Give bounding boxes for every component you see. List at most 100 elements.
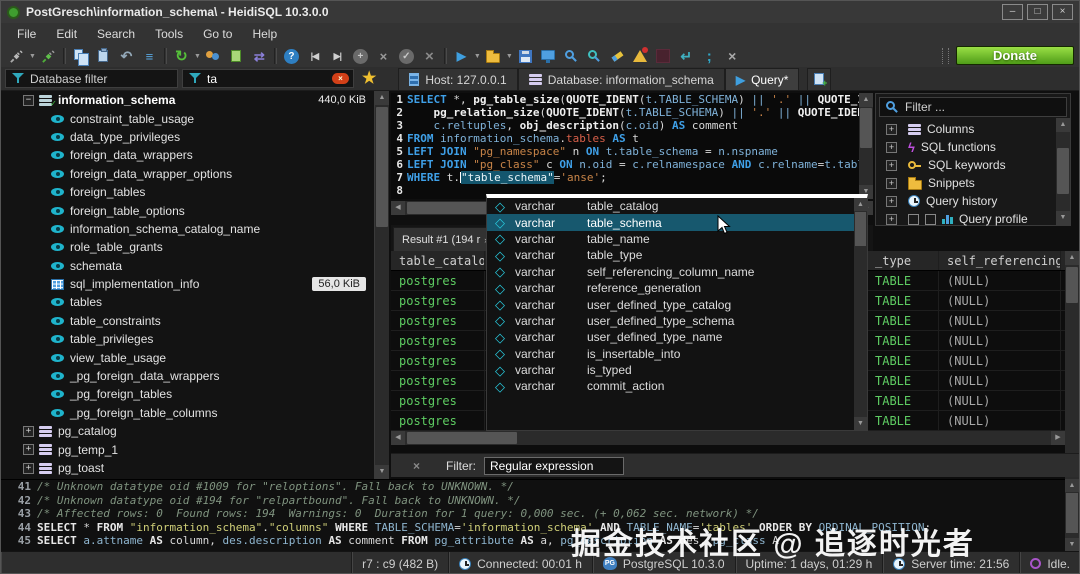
favorites-star-icon[interactable]: ★: [362, 71, 376, 87]
expander-plus-icon[interactable]: +: [886, 178, 897, 189]
menu-item-edit[interactable]: Edit: [46, 23, 87, 45]
new-query-tab-button[interactable]: +: [807, 68, 831, 90]
menu-item-tools[interactable]: Tools: [145, 23, 193, 45]
menu-item-search[interactable]: Search: [87, 23, 145, 45]
log-scrollbar[interactable]: ▲ ▼: [1065, 479, 1079, 551]
tree-item[interactable]: _pg_foreign_tables: [1, 385, 374, 403]
autocomplete-item[interactable]: ◇varcharis_typed: [487, 362, 867, 378]
save-sql-button[interactable]: [514, 46, 537, 66]
tree-item[interactable]: +pg_toast: [1, 459, 374, 477]
bind-parameters-button[interactable]: [652, 46, 675, 66]
close-query-tab-button[interactable]: ×: [721, 46, 744, 66]
tree-item[interactable]: _pg_foreign_data_wrappers: [1, 367, 374, 385]
donate-button[interactable]: Donate: [956, 46, 1074, 65]
post-changes-button[interactable]: ✓: [395, 46, 418, 66]
grid-hscrollbar[interactable]: ◀▶: [391, 431, 1065, 445]
insert-row-button[interactable]: +: [349, 46, 372, 66]
tree-item[interactable]: foreign_data_wrapper_options: [1, 165, 374, 183]
expander-plus-icon[interactable]: +: [23, 444, 34, 455]
tree-item[interactable]: constraint_table_usage: [1, 109, 374, 127]
sql-editor[interactable]: 1SELECT *, pg_table_size(QUOTE_IDENT(t.T…: [391, 93, 873, 199]
result-tab[interactable]: Result #1 (194 r ›: [393, 227, 496, 251]
tab-query-[interactable]: ▶Query*: [725, 68, 800, 90]
tree-item[interactable]: +pg_temp_1: [1, 440, 374, 458]
autocomplete-item[interactable]: ◇varchartable_catalog: [487, 198, 867, 214]
maximize-button[interactable]: □: [1027, 4, 1048, 20]
column-header[interactable]: table_catalog: [391, 251, 485, 270]
autocomplete-item[interactable]: ◇varcharreference_generation: [487, 280, 867, 296]
helper-item-sql-keywords[interactable]: +SQL keywords: [876, 156, 1070, 174]
clear-filter-icon[interactable]: ×: [413, 459, 420, 473]
tree-item[interactable]: sql_implementation_info56,0 KiB: [1, 275, 374, 293]
menu-item-help[interactable]: Help: [242, 23, 287, 45]
copy-button[interactable]: [69, 46, 92, 66]
dropdown-arrow-icon[interactable]: ▼: [194, 53, 201, 60]
expander-minus-icon[interactable]: −: [23, 95, 34, 106]
tree-item[interactable]: tables: [1, 293, 374, 311]
refresh-button[interactable]: ↻: [170, 46, 193, 66]
stop-on-errors-button[interactable]: [629, 46, 652, 66]
bulk-table-editor-button[interactable]: ⇄: [248, 46, 271, 66]
autocomplete-item[interactable]: ◇varcharuser_defined_type_name: [487, 329, 867, 345]
autocomplete-item[interactable]: ◇varchartable_schema: [487, 214, 867, 230]
execute-sql-button[interactable]: ▶: [450, 46, 473, 66]
column-header[interactable]: _type: [867, 251, 939, 270]
dropdown-arrow-icon[interactable]: ▼: [29, 53, 36, 60]
tree-item[interactable]: role_table_grants: [1, 238, 374, 256]
column-header[interactable]: self_referencing_col: [939, 251, 1061, 270]
autocomplete-item[interactable]: ◇varcharcommit_action: [487, 378, 867, 394]
discard-changes-button[interactable]: ×: [418, 46, 441, 66]
regex-filter-input[interactable]: Regular expression: [484, 457, 624, 475]
export-database-button[interactable]: [225, 46, 248, 66]
first-row-button[interactable]: |◀: [303, 46, 326, 66]
connect-button[interactable]: [5, 46, 28, 66]
autocomplete-item[interactable]: ◇varcharis_insertable_into: [487, 346, 867, 362]
dropdown-arrow-icon[interactable]: ▼: [474, 53, 481, 60]
tree-item[interactable]: −information_schema440,0 KiB: [1, 91, 374, 109]
helper-item-sql-functions[interactable]: +ϟSQL functions: [876, 138, 1070, 156]
toolbar-grip[interactable]: [942, 48, 949, 64]
find-text-button[interactable]: [560, 46, 583, 66]
disconnect-button[interactable]: [37, 46, 60, 66]
autocomplete-item[interactable]: ◇varcharself_referencing_column_name: [487, 264, 867, 280]
menu-item-go-to[interactable]: Go to: [193, 23, 242, 45]
helpers-filter-input[interactable]: Filter ...: [879, 97, 1067, 117]
tree-item[interactable]: foreign_data_wrappers: [1, 146, 374, 164]
tree-item[interactable]: information_schema_catalog_name: [1, 220, 374, 238]
table-filter-input[interactable]: ta ×: [182, 69, 354, 88]
load-sql-file-button[interactable]: [482, 46, 505, 66]
preferences-button[interactable]: ≡: [138, 46, 161, 66]
tree-item[interactable]: foreign_tables: [1, 183, 374, 201]
tree-item[interactable]: view_table_usage: [1, 348, 374, 366]
checkbox[interactable]: [908, 214, 919, 225]
minimize-button[interactable]: –: [1002, 4, 1023, 20]
help-button[interactable]: ?: [280, 46, 303, 66]
editor-vscrollbar[interactable]: ▲▼: [859, 93, 873, 199]
autocomplete-item[interactable]: ◇varchartable_type: [487, 247, 867, 263]
find-again-button[interactable]: [583, 46, 606, 66]
expander-plus-icon[interactable]: +: [886, 142, 897, 153]
tree-item[interactable]: data_type_privileges: [1, 128, 374, 146]
paste-button[interactable]: [92, 46, 115, 66]
tree-item[interactable]: schemata: [1, 257, 374, 275]
tree-item[interactable]: _pg_foreign_table_columns: [1, 404, 374, 422]
last-row-button[interactable]: ▶|: [326, 46, 349, 66]
menu-item-file[interactable]: File: [7, 23, 46, 45]
expander-plus-icon[interactable]: +: [886, 214, 897, 225]
wrap-long-lines-button[interactable]: ↵: [675, 46, 698, 66]
tree-scrollbar[interactable]: ▲▼: [375, 91, 389, 479]
tab-database-information-schema[interactable]: Database: information_schema: [518, 68, 725, 90]
tree-item[interactable]: +pg_catalog: [1, 422, 374, 440]
expander-plus-icon[interactable]: +: [23, 463, 34, 474]
query-profile-checkbox[interactable]: [925, 214, 936, 225]
reformat-sql-button[interactable]: [606, 46, 629, 66]
undo-button[interactable]: ↶: [115, 46, 138, 66]
expander-plus-icon[interactable]: +: [886, 196, 897, 207]
tree-item[interactable]: table_privileges: [1, 330, 374, 348]
helper-item-columns[interactable]: +Columns: [876, 120, 1070, 138]
save-to-snippet-button[interactable]: [537, 46, 560, 66]
autocomplete-item[interactable]: ◇varchartable_name: [487, 231, 867, 247]
close-button[interactable]: ×: [1052, 4, 1073, 20]
expander-plus-icon[interactable]: +: [886, 124, 897, 135]
helpers-scrollbar[interactable]: ▲▼: [1056, 118, 1070, 225]
